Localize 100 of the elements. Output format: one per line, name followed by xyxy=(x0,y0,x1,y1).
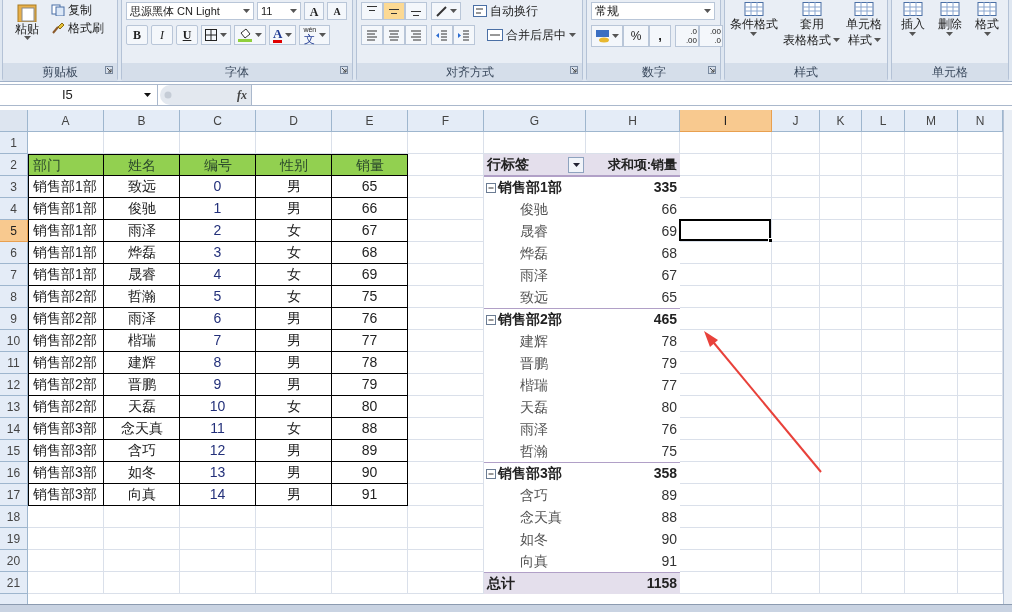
column-header[interactable]: D xyxy=(256,110,332,132)
grid-cell[interactable] xyxy=(332,550,408,572)
grid-cell[interactable] xyxy=(905,352,958,374)
row-header[interactable]: 16 xyxy=(0,462,28,484)
grid-cell[interactable] xyxy=(256,528,332,550)
grid-cell[interactable] xyxy=(772,528,820,550)
increase-decimal-button[interactable]: .0 .00 xyxy=(675,25,699,47)
row-header[interactable]: 5 xyxy=(0,220,28,242)
grid-cell[interactable] xyxy=(820,264,862,286)
grid-cell[interactable] xyxy=(772,418,820,440)
column-header[interactable]: E xyxy=(332,110,408,132)
grid-cell[interactable] xyxy=(772,462,820,484)
row-header[interactable]: 15 xyxy=(0,440,28,462)
insert-function-button[interactable]: fx xyxy=(237,86,247,104)
column-header[interactable]: H xyxy=(586,110,680,132)
grid-cell[interactable] xyxy=(772,572,820,594)
grid-cell[interactable] xyxy=(680,286,772,308)
grid-cell[interactable] xyxy=(862,484,905,506)
grid-cell[interactable] xyxy=(905,264,958,286)
grid-cell[interactable] xyxy=(820,176,862,198)
grid-cell[interactable] xyxy=(905,462,958,484)
grid-cell[interactable] xyxy=(862,572,905,594)
row-header[interactable]: 8 xyxy=(0,286,28,308)
column-header[interactable]: N xyxy=(958,110,1003,132)
grid-cell[interactable] xyxy=(104,528,180,550)
grid-cell[interactable] xyxy=(408,132,484,154)
grid-cell[interactable] xyxy=(862,418,905,440)
grid-cell[interactable] xyxy=(905,176,958,198)
grid-cell[interactable] xyxy=(862,352,905,374)
grid-cell[interactable] xyxy=(820,220,862,242)
grid-cell[interactable] xyxy=(820,132,862,154)
grid-cell[interactable] xyxy=(104,572,180,594)
grid-cell[interactable] xyxy=(862,374,905,396)
grid-cell[interactable] xyxy=(772,330,820,352)
filter-dropdown-button[interactable] xyxy=(568,156,584,173)
grid-cell[interactable] xyxy=(772,506,820,528)
decrease-decimal-button[interactable]: .00 .0 xyxy=(699,25,723,47)
grid-cell[interactable] xyxy=(680,462,772,484)
grid-cell[interactable] xyxy=(820,154,862,176)
grid-cell[interactable] xyxy=(820,396,862,418)
toolbar-button[interactable]: U xyxy=(176,25,198,45)
column-header[interactable]: J xyxy=(772,110,820,132)
grid-cell[interactable] xyxy=(680,374,772,396)
grid-cell[interactable] xyxy=(104,506,180,528)
row-header[interactable]: 21 xyxy=(0,572,28,594)
grid-cell[interactable] xyxy=(772,484,820,506)
orientation-button[interactable] xyxy=(431,2,461,20)
grid-cell[interactable] xyxy=(862,264,905,286)
toolbar-button[interactable]: B xyxy=(126,25,148,45)
column-header[interactable]: K xyxy=(820,110,862,132)
row-header[interactable]: 2 xyxy=(0,154,28,176)
cell-button[interactable]: 插入 xyxy=(898,2,927,63)
row-header[interactable]: 13 xyxy=(0,396,28,418)
style-button[interactable]: 条件格式 xyxy=(727,2,780,63)
row-header[interactable]: 11 xyxy=(0,352,28,374)
row-header[interactable]: 3 xyxy=(0,176,28,198)
grid-cell[interactable] xyxy=(862,506,905,528)
grid-cell[interactable] xyxy=(905,242,958,264)
number-format-field[interactable]: 常规 xyxy=(591,2,715,20)
grid-cell[interactable] xyxy=(862,440,905,462)
row-header[interactable]: 1 xyxy=(0,132,28,154)
collapse-icon[interactable] xyxy=(486,468,496,479)
grid-cell[interactable] xyxy=(332,572,408,594)
grid-cell[interactable] xyxy=(180,528,256,550)
grid-cell[interactable] xyxy=(862,396,905,418)
grid-cell[interactable] xyxy=(820,198,862,220)
column-header[interactable]: F xyxy=(408,110,484,132)
grid-cell[interactable] xyxy=(820,308,862,330)
grid-cell[interactable] xyxy=(256,572,332,594)
grid-cell[interactable] xyxy=(256,506,332,528)
grid-cell[interactable] xyxy=(28,572,104,594)
paste-button[interactable]: 粘贴 xyxy=(7,2,47,63)
grid-cell[interactable] xyxy=(820,330,862,352)
merge-center-button[interactable]: 合并后居中 xyxy=(487,26,576,44)
fill-color-button[interactable] xyxy=(234,25,266,45)
grid-cell[interactable] xyxy=(905,528,958,550)
grid-cell[interactable] xyxy=(680,396,772,418)
column-header[interactable]: B xyxy=(104,110,180,132)
grid-cell[interactable] xyxy=(820,440,862,462)
row-header[interactable]: 10 xyxy=(0,330,28,352)
grid-cell[interactable] xyxy=(862,308,905,330)
indent-button[interactable] xyxy=(431,25,453,45)
row-header[interactable]: 14 xyxy=(0,418,28,440)
grid-cell[interactable] xyxy=(905,484,958,506)
toolbar-button[interactable]: I xyxy=(151,25,173,45)
grid-cell[interactable] xyxy=(772,154,820,176)
grid-cell[interactable] xyxy=(862,220,905,242)
grid-cell[interactable] xyxy=(862,550,905,572)
grid-cell[interactable] xyxy=(905,550,958,572)
font-size-field[interactable]: 11 xyxy=(257,2,301,20)
sheet-tab-bar[interactable] xyxy=(0,604,1012,612)
grid-cell[interactable] xyxy=(772,396,820,418)
grid-cell[interactable] xyxy=(680,550,772,572)
grid-cell[interactable] xyxy=(332,506,408,528)
grid-cell[interactable] xyxy=(820,374,862,396)
grid-cell[interactable] xyxy=(772,308,820,330)
column-header[interactable]: G xyxy=(484,110,586,132)
grid-cell[interactable] xyxy=(820,506,862,528)
grid-cell[interactable] xyxy=(862,176,905,198)
grid-cell[interactable] xyxy=(680,242,772,264)
